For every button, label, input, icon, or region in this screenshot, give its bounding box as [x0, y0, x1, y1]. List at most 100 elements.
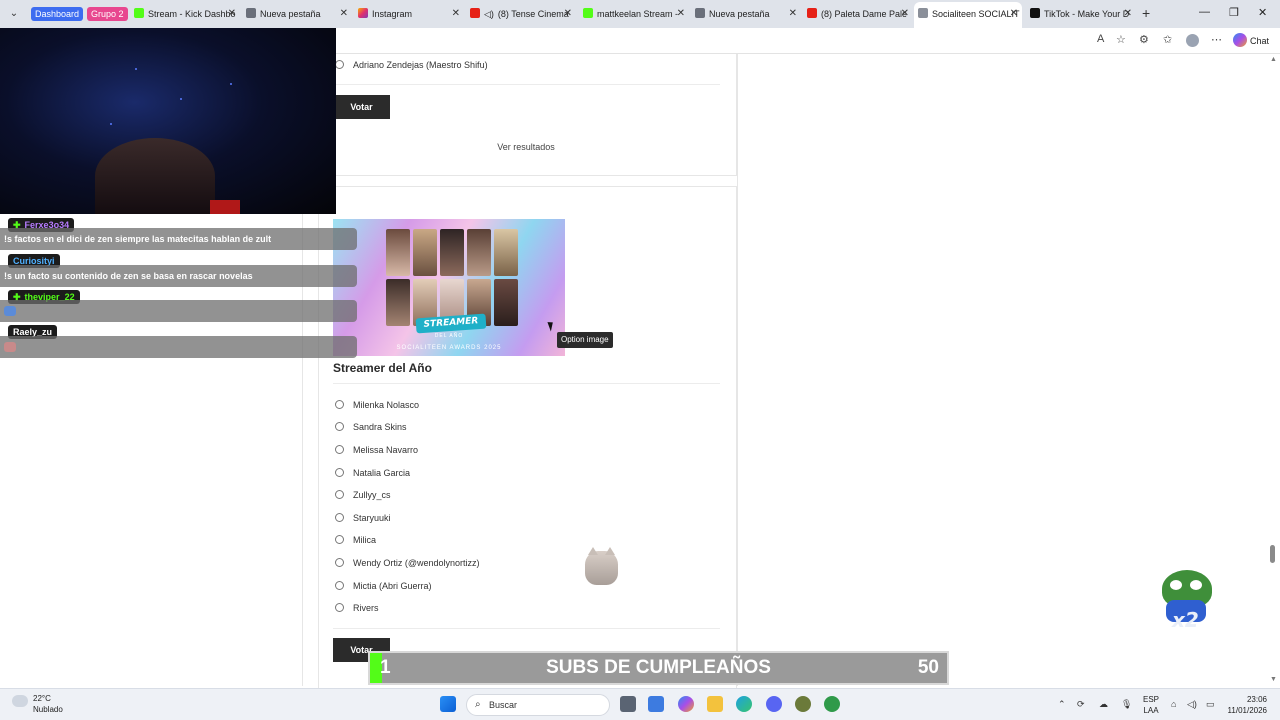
poll-title: Streamer del Año	[333, 361, 432, 375]
copilot-app-icon[interactable]	[678, 696, 694, 712]
tab-group-dashboard[interactable]: Dashboard	[31, 7, 84, 21]
taskbar-search[interactable]: ⌕ Buscar	[466, 694, 610, 716]
close-tab-icon[interactable]: ✕	[564, 4, 572, 24]
close-tab-icon[interactable]: ✕	[1010, 2, 1018, 26]
radio-button[interactable]	[335, 445, 344, 454]
tab-group-grupo-2[interactable]: Grupo 2	[87, 7, 128, 21]
close-tab-icon[interactable]: ✕	[228, 4, 236, 24]
close-tab-icon[interactable]: ✕	[1124, 4, 1132, 24]
tab-tense-cinema[interactable]: ◁) (8) Tense Cinema ✕	[470, 4, 572, 24]
scroll-up-arrow-icon[interactable]: ▲	[1270, 56, 1277, 63]
light-dot	[135, 68, 137, 70]
scroll-down-arrow-icon[interactable]: ▼	[1270, 676, 1277, 683]
light-dot	[180, 98, 182, 100]
tab-actions-chevron-icon[interactable]: ⌄	[6, 6, 22, 22]
radio-button[interactable]	[335, 468, 344, 477]
weather-widget[interactable]: 22°C Nublado	[12, 693, 63, 715]
tab-instagram[interactable]: Instagram ✕	[358, 4, 460, 24]
option-label: Mictia (Abri Guerra)	[353, 581, 432, 591]
cloud-icon	[12, 695, 28, 707]
close-tab-icon[interactable]: ✕	[789, 4, 797, 24]
task-view-icon[interactable]	[620, 696, 636, 712]
cloud-tray-icon[interactable]: ☁	[1099, 699, 1108, 710]
new-tab-plus-icon[interactable]: +	[1142, 5, 1150, 21]
tab-nueva-pestana-2[interactable]: Nueva pestaña ✕	[695, 4, 797, 24]
poll-option[interactable]: Milenka Nolasco	[335, 399, 419, 411]
file-explorer-icon[interactable]	[707, 696, 723, 712]
volume-icon[interactable]: ◁)	[1187, 699, 1197, 710]
view-results-link[interactable]: Ver resultados	[480, 142, 572, 152]
tab-mattkeelan-stream[interactable]: mattkeelan Stream - ✕	[583, 4, 685, 24]
app-icon[interactable]	[795, 696, 811, 712]
instagram-icon	[358, 8, 368, 18]
copilot-chat-button[interactable]: Chat	[1233, 32, 1269, 50]
battery-icon[interactable]: ▭	[1206, 699, 1215, 710]
radio-button[interactable]	[335, 513, 344, 522]
lang-layout: LAA	[1143, 706, 1159, 715]
radio-button[interactable]	[335, 490, 344, 499]
radio-button[interactable]	[335, 581, 344, 590]
close-window-icon[interactable]: ✕	[1258, 6, 1267, 19]
start-windows-icon[interactable]	[440, 696, 456, 712]
poll-option[interactable]: Sandra Skins	[335, 421, 407, 433]
radio-button[interactable]	[335, 422, 344, 431]
poll-option[interactable]: Milica	[335, 534, 376, 546]
scrollbar-thumb[interactable]	[1270, 545, 1275, 563]
maximize-icon[interactable]: ❐	[1229, 6, 1239, 19]
read-aloud-icon[interactable]: A	[1097, 33, 1104, 45]
edge-browser-icon[interactable]	[736, 696, 752, 712]
tab-nueva-pestana-1[interactable]: Nueva pestaña ✕	[246, 4, 348, 24]
option-label: Adriano Zendejas (Maestro Shifu)	[353, 60, 488, 70]
poll-option[interactable]: Melissa Navarro	[335, 444, 418, 456]
option-label: Zullyy_cs	[353, 490, 391, 500]
favorite-star-icon[interactable]: ☆	[1116, 33, 1126, 46]
close-tab-icon[interactable]: ✕	[340, 4, 348, 24]
radio-button[interactable]	[335, 558, 344, 567]
taskbar-clock[interactable]: 23:06 11/01/2026	[1223, 694, 1267, 716]
profile-avatar-icon[interactable]	[1186, 34, 1199, 47]
tab-kick-dashboard[interactable]: Stream - Kick Dashbo ✕	[134, 4, 236, 24]
poll-option[interactable]: Zullyy_cs	[335, 489, 391, 501]
tab-socialiteen[interactable]: Socialiteen SOCIALIT ✕	[914, 2, 1022, 28]
clock-time: 23:06	[1246, 695, 1267, 704]
sync-icon[interactable]: ⟳	[1077, 699, 1085, 710]
obs-icon[interactable]	[824, 696, 840, 712]
red-light	[210, 200, 240, 214]
microphone-icon[interactable]: 🎙	[1121, 699, 1132, 710]
favorites-icon[interactable]: ✩	[1163, 33, 1172, 46]
language-indicator[interactable]: ESP LAA	[1143, 694, 1159, 716]
close-tab-icon[interactable]: ✕	[901, 4, 909, 24]
tab-paleta-dame[interactable]: (8) Paleta Dame Pale ✕	[807, 4, 909, 24]
poll-option[interactable]: Staryuuki	[335, 512, 391, 524]
tab-label: TikTok - Make Your D	[1044, 9, 1130, 19]
more-menu-icon[interactable]: ⋯	[1211, 33, 1222, 46]
poll-option[interactable]: Mictia (Abri Guerra)	[335, 580, 432, 592]
radio-button[interactable]	[335, 60, 344, 69]
speaker-icon[interactable]: ◁)	[484, 9, 494, 19]
store-icon[interactable]	[648, 696, 664, 712]
vote-button[interactable]: Votar	[333, 95, 390, 119]
poll-option[interactable]: Natalia Garcia	[335, 467, 410, 479]
subs-goal-bar: 1 SUBS DE CUMPLEAÑOS 50	[368, 651, 949, 685]
youtube-icon	[807, 8, 817, 18]
network-icon[interactable]: ⌂	[1171, 699, 1176, 709]
option-label: Wendy Ortiz (@wendolynortizz)	[353, 558, 480, 568]
poll-option[interactable]: Wendy Ortiz (@wendolynortizz)	[335, 557, 480, 569]
close-tab-icon[interactable]: ✕	[452, 4, 460, 24]
tray-overflow-chevron-icon[interactable]: ⌃	[1058, 699, 1066, 710]
minimize-icon[interactable]: —	[1199, 6, 1210, 18]
poll-option[interactable]: Rivers	[335, 602, 379, 614]
option-image[interactable]: STREAMER DEL AÑO SOCIALITEEN AWARDS 2025	[333, 219, 565, 356]
close-tab-icon[interactable]: ✕	[677, 4, 685, 24]
tab-tiktok[interactable]: TikTok - Make Your D ✕	[1030, 4, 1132, 24]
radio-button[interactable]	[335, 535, 344, 544]
radio-button[interactable]	[335, 400, 344, 409]
option-label: Natalia Garcia	[353, 468, 411, 478]
discord-icon[interactable]	[766, 696, 782, 712]
chat-message	[0, 300, 357, 322]
extensions-icon[interactable]: ⚙	[1139, 33, 1149, 46]
search-placeholder: Buscar	[489, 700, 518, 710]
subs-goal-title: SUBS DE CUMPLEAÑOS	[546, 657, 771, 678]
radio-button[interactable]	[335, 603, 344, 612]
poll-option[interactable]: Adriano Zendejas (Maestro Shifu)	[335, 59, 488, 71]
